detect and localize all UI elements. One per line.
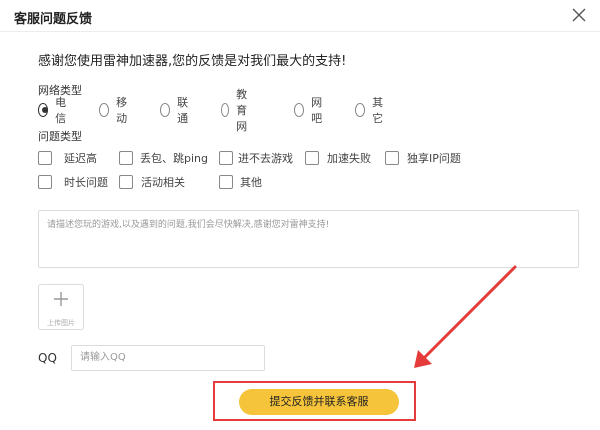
submit-feedback-button[interactable]: 提交反馈并联系客服 (239, 389, 399, 415)
checkbox-box (119, 175, 133, 189)
upload-image-button[interactable]: 上传图片 (38, 284, 84, 330)
radio-qita[interactable]: 其它 (355, 96, 387, 125)
radio-dianxin[interactable]: 电信 (38, 96, 70, 125)
close-icon[interactable] (568, 4, 590, 26)
checkbox-box (219, 175, 233, 189)
qq-label: QQ (38, 351, 57, 365)
checkbox-qita[interactable]: 其他 (219, 173, 262, 191)
radio-circle (221, 103, 230, 117)
radio-label: 网吧 (311, 96, 323, 125)
radio-circle (294, 103, 305, 117)
checkbox-label: 独享IP问题 (407, 152, 461, 165)
checkbox-label: 活动相关 (141, 176, 185, 189)
checkbox-label: 丢包、跳ping (140, 152, 208, 165)
checkbox-label: 时长问题 (64, 176, 108, 189)
radio-jiaoyuwang[interactable]: 教育网 (221, 88, 253, 133)
issue-type-label: 问题类型 (38, 130, 82, 143)
radio-label: 电信 (55, 96, 67, 125)
upload-label: 上传图片 (47, 319, 75, 327)
checkbox-duxiangip[interactable]: 独享IP问题 (385, 149, 461, 167)
qq-input[interactable]: 请输入QQ (71, 345, 265, 371)
checkbox-label: 其他 (240, 176, 262, 189)
radio-label: 移动 (116, 96, 128, 125)
radio-liantong[interactable]: 联通 (160, 96, 192, 125)
checkbox-diubao[interactable]: 丢包、跳ping (119, 149, 208, 167)
checkbox-jinbuqu[interactable]: 进不去游戏 (219, 149, 293, 167)
checkbox-label: 加速失败 (327, 152, 371, 165)
feedback-textarea[interactable]: 请描述您玩的游戏,以及遇到的问题,我们会尽快解决,感谢您对雷神支持! (38, 210, 579, 268)
checkbox-box (305, 151, 319, 165)
radio-circle (160, 103, 171, 117)
checkbox-yanchigao[interactable]: 延迟高 (38, 149, 97, 167)
checkbox-huodong[interactable]: 活动相关 (119, 173, 185, 191)
intro-text: 感谢您使用雷神加速器,您的反馈是对我们最大的支持! (38, 54, 347, 69)
radio-circle (38, 103, 49, 117)
checkbox-box (385, 151, 399, 165)
radio-yidong[interactable]: 移动 (99, 96, 131, 125)
radio-circle (355, 103, 366, 117)
radio-label: 教育网 (236, 88, 248, 133)
radio-wangba[interactable]: 网吧 (294, 96, 326, 125)
checkbox-box (119, 151, 133, 165)
plus-icon (54, 292, 68, 306)
window-title: 客服问题反馈 (14, 12, 93, 27)
checkbox-label: 进不去游戏 (238, 152, 293, 165)
checkbox-box (38, 151, 52, 165)
title-bar: 客服问题反馈 (0, 0, 600, 32)
checkbox-label: 延迟高 (64, 152, 97, 165)
radio-circle (99, 103, 110, 117)
checkbox-box (219, 151, 233, 165)
checkbox-jiasushibai[interactable]: 加速失败 (305, 149, 371, 167)
checkbox-box (38, 175, 52, 189)
radio-label: 其它 (372, 96, 384, 125)
radio-label: 联通 (177, 96, 189, 125)
checkbox-shichang[interactable]: 时长问题 (38, 173, 108, 191)
